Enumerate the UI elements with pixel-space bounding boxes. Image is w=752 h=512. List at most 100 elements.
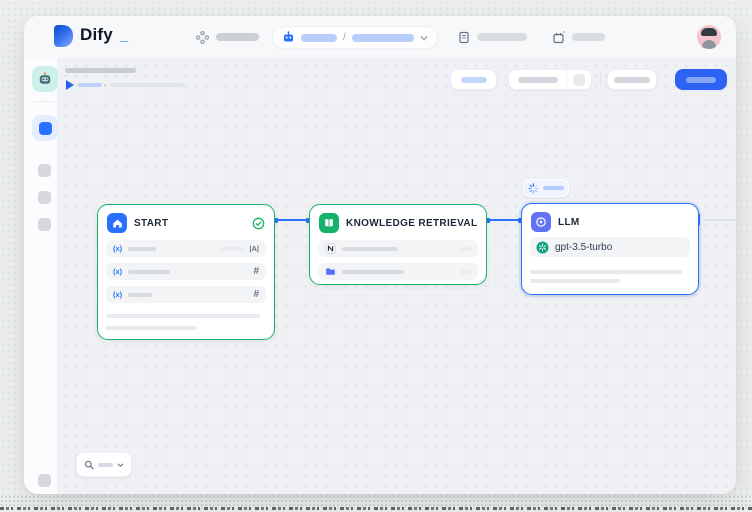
model-icon (531, 212, 551, 232)
segment-label-placeholder (518, 77, 558, 83)
sidebar-item-3[interactable] (38, 191, 51, 204)
avatar-body (702, 40, 716, 49)
node-start-header: START (107, 213, 265, 233)
sidebar-item-2[interactable] (38, 164, 51, 177)
app-robot-icon (37, 71, 53, 87)
node-knowledge-header: KNOWLEDGE RETRIEVAL (319, 213, 477, 233)
edge-knowledge-to-llm (487, 219, 521, 221)
zoom-level-placeholder (98, 463, 113, 467)
toolbar-button-group[interactable] (508, 69, 592, 90)
run-info-placeholder (110, 83, 184, 87)
model-selector-row[interactable]: gpt-3.5-turbo (530, 237, 690, 257)
button-label-placeholder (461, 77, 487, 83)
running-label-placeholder (543, 186, 564, 190)
dify-logo-caret: _ (120, 27, 128, 44)
app-header: Dify _ / (24, 16, 736, 58)
toolbar-button-1[interactable] (450, 69, 497, 90)
node-running-indicator (523, 179, 569, 197)
node-knowledge-retrieval[interactable]: KNOWLEDGE RETRIEVAL (309, 204, 487, 285)
run-status-placeholder (78, 83, 102, 87)
node-title: START (134, 218, 245, 229)
model-name: gpt-3.5-turbo (555, 242, 612, 253)
move-nodes-icon (196, 31, 209, 44)
toolbar-segment-extra[interactable] (567, 74, 591, 86)
variable-icon: (x) (113, 244, 122, 253)
variable-name-placeholder (128, 247, 156, 251)
dataset-name-placeholder (342, 247, 398, 251)
publish-label-placeholder (686, 77, 716, 83)
openai-icon (536, 241, 549, 254)
desktop-background: Dify _ / (0, 0, 752, 512)
avatar-hat (701, 28, 717, 36)
dify-app-window: Dify _ / (24, 16, 736, 494)
dify-logo: Dify _ (54, 25, 128, 47)
publish-button[interactable] (675, 69, 727, 90)
workflow-title-placeholder (65, 68, 136, 73)
node-title: KNOWLEDGE RETRIEVAL (346, 218, 477, 229)
bottom-microtext-artifact (0, 507, 752, 510)
chevron-down-icon (420, 35, 428, 41)
variable-row: (x) # (106, 286, 266, 303)
chevron-down-icon (117, 462, 124, 468)
variable-name-placeholder (128, 293, 152, 297)
node-title: LLM (558, 217, 689, 228)
node-desc-placeholder (530, 270, 683, 274)
node-desc-placeholder (106, 314, 260, 318)
variable-name-placeholder (128, 270, 170, 274)
dify-logo-icon (54, 25, 73, 47)
number-type-icon: # (253, 266, 259, 277)
header-nav-item[interactable] (196, 16, 259, 58)
node-start[interactable]: START (x) |A| (x) # (97, 204, 275, 340)
app-switcher[interactable]: / (272, 26, 438, 49)
changelog-label-placeholder (572, 33, 605, 41)
header-docs-item[interactable] (458, 16, 527, 58)
toolbar-button-2[interactable] (607, 69, 657, 90)
left-sidebar (24, 58, 58, 494)
book-icon (319, 213, 339, 233)
folder-icon (325, 266, 336, 277)
nav-label-placeholder (216, 33, 259, 41)
bottom-noise-artifact (0, 495, 752, 507)
toolbar-segment-main[interactable] (509, 77, 566, 83)
header-changelog-item[interactable] (552, 16, 605, 58)
sidebar-divider (34, 101, 55, 102)
edge-llm-outgoing (703, 219, 736, 221)
segment-icon-placeholder (573, 74, 585, 86)
robot-icon (282, 31, 295, 44)
breadcrumb-separator: / (343, 32, 346, 43)
success-check-icon (252, 217, 265, 230)
node-desc-placeholder (106, 326, 197, 330)
zoom-control[interactable] (76, 452, 132, 477)
variable-icon: (x) (113, 290, 122, 299)
workflow-tab-icon (39, 122, 52, 135)
dataset-meta-placeholder (460, 247, 471, 251)
workspace-name-placeholder (301, 34, 337, 42)
node-llm[interactable]: LLM gpt-3.5-turbo (521, 203, 699, 295)
dataset-meta-placeholder (460, 270, 471, 274)
document-icon (458, 31, 470, 44)
button-label-placeholder (614, 77, 650, 83)
user-avatar[interactable] (697, 25, 721, 49)
calendar-icon (552, 31, 565, 44)
knowledge-source-row (318, 240, 478, 257)
variable-row: (x) |A| (106, 240, 266, 257)
notion-icon (325, 243, 336, 254)
number-type-icon: # (253, 289, 259, 300)
sidebar-app-icon[interactable] (32, 66, 58, 92)
docs-label-placeholder (477, 33, 527, 41)
dify-logo-text: Dify (80, 25, 113, 45)
magnifier-icon (84, 459, 94, 471)
home-icon (107, 213, 127, 233)
node-llm-header: LLM (531, 212, 689, 232)
toolbar-divider (600, 72, 601, 86)
app-name-placeholder (352, 34, 414, 42)
variable-row: (x) # (106, 263, 266, 280)
variable-icon: (x) (113, 267, 122, 276)
variable-value-placeholder (219, 247, 243, 251)
sidebar-item-workflow-active[interactable] (32, 115, 58, 141)
sidebar-item-settings[interactable] (38, 474, 51, 487)
knowledge-source-row (318, 263, 478, 280)
workflow-canvas[interactable]: START (x) |A| (x) # (58, 58, 736, 494)
run-play-icon[interactable] (66, 80, 74, 90)
sidebar-item-4[interactable] (38, 218, 51, 231)
